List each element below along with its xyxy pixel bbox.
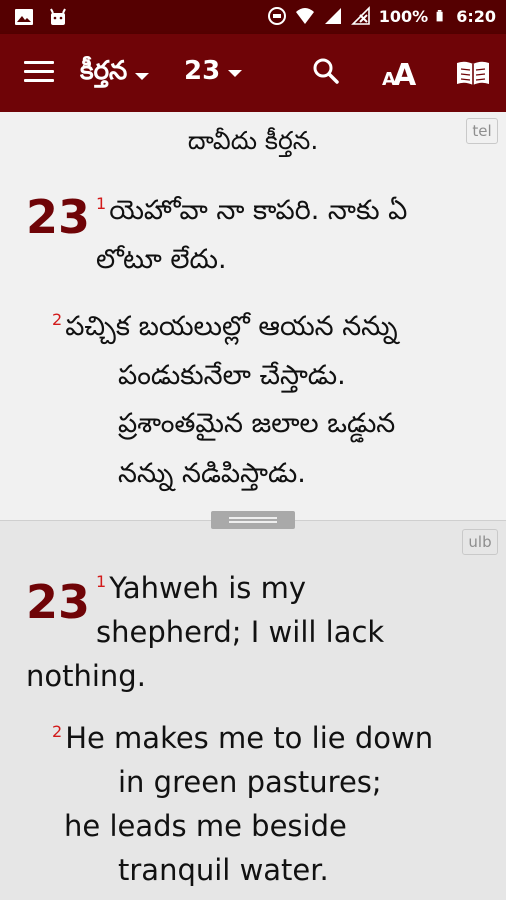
chapter-number: 23 — [184, 56, 221, 86]
image-icon — [15, 9, 33, 25]
chevron-down-icon — [228, 69, 243, 77]
verse-2-line: పండుకునేలా చేస్తాడు. — [118, 360, 346, 391]
chevron-down-icon — [135, 72, 150, 80]
verse-1-line: shepherd; I will lack — [96, 615, 385, 649]
verse-number: 1 — [96, 194, 107, 213]
verse-1-line: nothing. — [26, 659, 146, 693]
menu-icon[interactable] — [24, 61, 54, 85]
no-signal-icon — [350, 6, 370, 25]
verse-2-line: నన్ను నడిపిస్తాడు. — [118, 458, 306, 489]
signal-icon — [324, 8, 341, 24]
pane-splitter-handle[interactable] — [211, 511, 295, 529]
verse-2-line: he leads me beside — [64, 809, 347, 843]
status-bar: 100% 6:20 — [0, 0, 506, 34]
verse-number: 2 — [52, 722, 63, 742]
battery-icon — [436, 10, 443, 22]
verse-2-line: ప్రశాంతమైన జలాల ఒడ్డున — [118, 408, 396, 439]
clock: 6:20 — [456, 6, 496, 26]
verse-2-line: in green pastures; — [118, 765, 382, 799]
book-name: కీర్తన — [80, 56, 128, 86]
book-icon[interactable] — [456, 60, 490, 86]
verse-1-line: 1 Yahweh is my — [96, 571, 307, 605]
font-size-icon[interactable]: AA — [382, 57, 418, 87]
verse-2-line: tranquil water. — [118, 853, 329, 887]
battery-percent: 100% — [378, 6, 429, 26]
telugu-pane[interactable]: tel దావీదు కీర్తన. 23 1 యెహోవా నా కాపరి. … — [0, 112, 506, 520]
verse-number: 1 — [96, 572, 107, 592]
language-tag[interactable]: ulb — [462, 529, 498, 555]
sync-icon — [267, 7, 286, 25]
verse-2-line: 2 He makes me to lie down — [52, 721, 434, 755]
search-icon[interactable] — [312, 57, 340, 85]
psalm-heading: దావీదు కీర్తన. — [187, 126, 319, 155]
book-selector[interactable]: కీర్తన — [80, 56, 150, 92]
verse-number: 2 — [52, 310, 63, 329]
chapter-selector[interactable]: 23 — [184, 56, 243, 86]
verse-1-line: లోటూ లేదు. — [96, 244, 227, 275]
wifi-icon — [295, 8, 314, 24]
chapter-number: 23 — [26, 575, 91, 629]
android-icon — [50, 8, 66, 25]
english-pane[interactable]: ulb 23 1 Yahweh is my shepherd; I will la… — [0, 520, 506, 900]
app-bar: కీర్తన 23 AA — [0, 34, 506, 112]
verse-1-line: 1 యెహోవా నా కాపరి. నాకు ఏ — [96, 194, 408, 226]
svg-text:A: A — [393, 58, 417, 87]
chapter-number: 23 — [26, 190, 91, 244]
verse-2-line: 2 పచ్చిక బయలుల్లో ఆయన నన్ను — [52, 310, 398, 342]
